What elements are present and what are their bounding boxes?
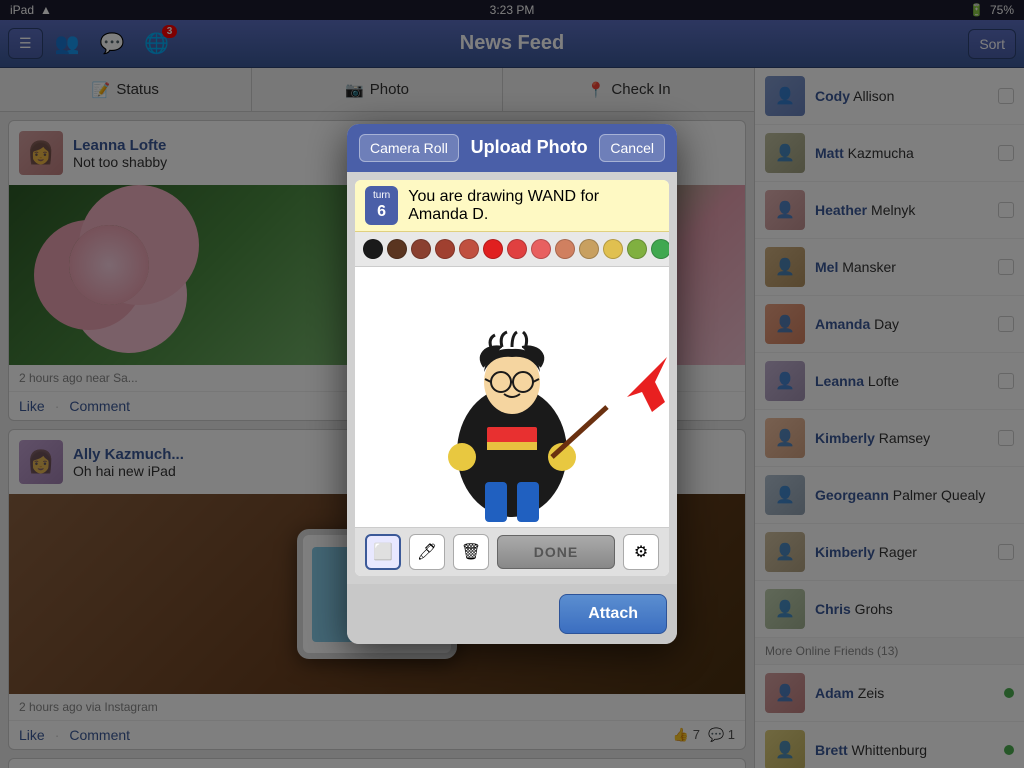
color-red2[interactable] bbox=[483, 239, 503, 259]
drawing-toolbar: ⬜ 🖊 🗑 DONE ⚙ bbox=[355, 527, 669, 576]
modal-overlay[interactable]: Camera Roll Upload Photo Cancel turn 6 Y… bbox=[0, 0, 1024, 768]
eraser-icon: ⬜ bbox=[373, 542, 393, 562]
color-reddish[interactable] bbox=[435, 239, 455, 259]
color-green[interactable] bbox=[627, 239, 647, 259]
trash-icon: 🗑 bbox=[461, 542, 481, 562]
modal-header: Camera Roll Upload Photo Cancel bbox=[347, 124, 677, 172]
eraser-tool[interactable]: ⬜ bbox=[365, 534, 401, 570]
drawing-canvas[interactable] bbox=[355, 267, 669, 527]
color-darkgreen[interactable] bbox=[651, 239, 669, 259]
color-brown[interactable] bbox=[411, 239, 431, 259]
attach-area: Attach bbox=[347, 584, 677, 644]
color-tan[interactable] bbox=[579, 239, 599, 259]
turn-badge: turn 6 bbox=[365, 186, 398, 225]
turn-label: turn bbox=[373, 190, 390, 202]
brush-tool[interactable]: 🖊 bbox=[409, 534, 445, 570]
color-red3[interactable] bbox=[507, 239, 527, 259]
color-palette: + bbox=[355, 232, 669, 267]
turn-text: You are drawing WAND for Amanda D. bbox=[408, 188, 659, 224]
turn-number: 6 bbox=[373, 202, 390, 221]
upload-modal: Camera Roll Upload Photo Cancel turn 6 Y… bbox=[347, 124, 677, 644]
color-yellow[interactable] bbox=[603, 239, 623, 259]
color-salmon[interactable] bbox=[555, 239, 575, 259]
color-black[interactable] bbox=[363, 239, 383, 259]
modal-title: Upload Photo bbox=[467, 137, 592, 158]
color-darkbrown[interactable] bbox=[387, 239, 407, 259]
turn-banner: turn 6 You are drawing WAND for Amanda D… bbox=[355, 180, 669, 232]
gear-icon: ⚙ bbox=[634, 542, 648, 562]
attach-button[interactable]: Attach bbox=[559, 594, 667, 634]
trash-tool[interactable]: 🗑 bbox=[453, 534, 489, 570]
color-red1[interactable] bbox=[459, 239, 479, 259]
done-button[interactable]: DONE bbox=[497, 535, 615, 569]
brush-icon: 🖊 bbox=[417, 542, 437, 562]
camera-roll-button[interactable]: Camera Roll bbox=[359, 134, 459, 162]
drawing-svg bbox=[355, 267, 669, 527]
settings-tool[interactable]: ⚙ bbox=[623, 534, 659, 570]
color-lightred[interactable] bbox=[531, 239, 551, 259]
drawing-container: turn 6 You are drawing WAND for Amanda D… bbox=[355, 180, 669, 576]
cancel-button[interactable]: Cancel bbox=[599, 134, 665, 162]
